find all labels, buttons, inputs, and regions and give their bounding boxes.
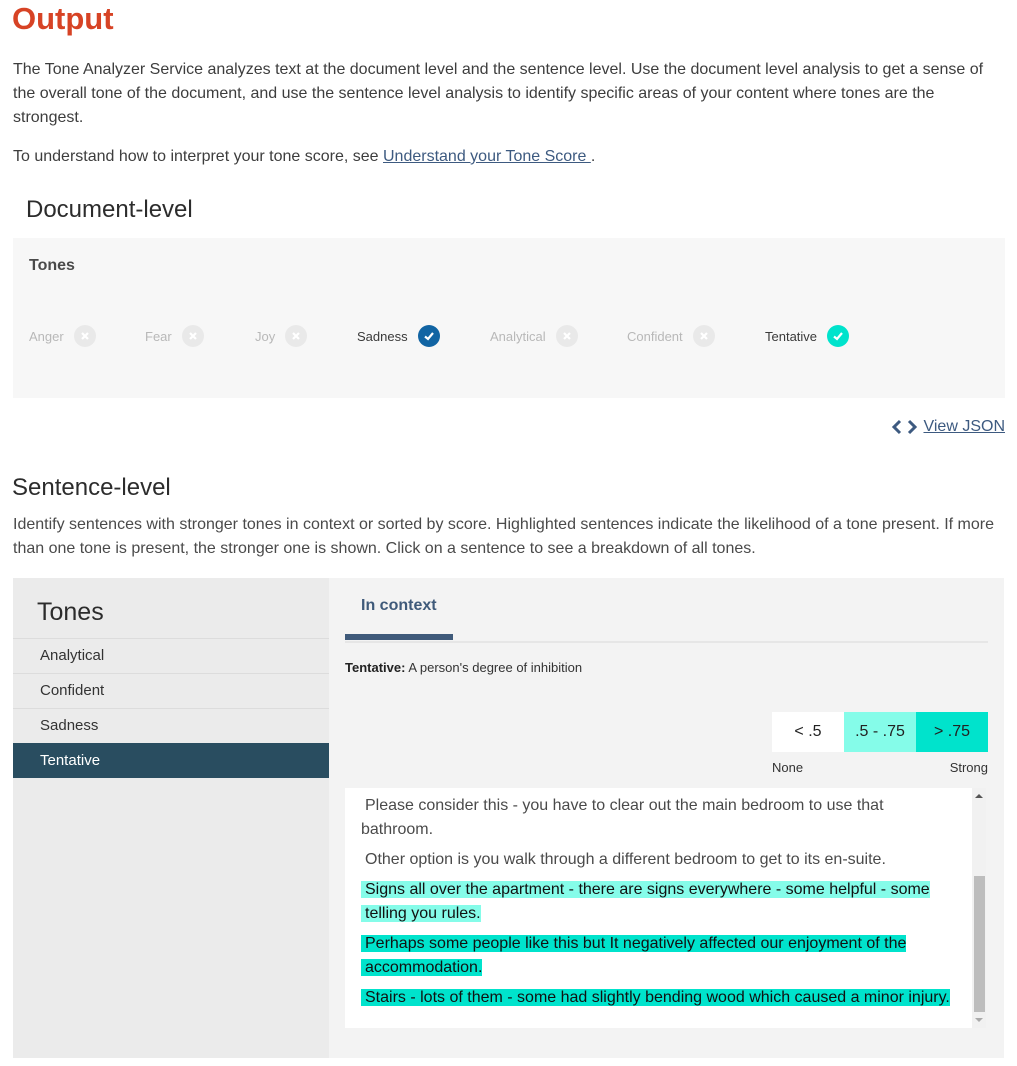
tone-joy[interactable]: Joy xyxy=(255,324,308,348)
tone-label: Confident xyxy=(627,328,683,344)
x-icon xyxy=(555,325,578,347)
score-legend: < .5.5 - .75 > .75 xyxy=(772,712,988,752)
x-icon xyxy=(73,325,96,347)
sidebar-item-analytical[interactable]: Analytical xyxy=(13,638,329,673)
sentence-text: Perhaps some people like this but It neg… xyxy=(361,935,907,976)
legend-max-label: Strong xyxy=(949,760,988,775)
legend-min-label: None xyxy=(772,760,804,775)
tone-definition-text: A person's degree of inhibition xyxy=(405,660,583,675)
sentence-text: Please consider this - you have to clear… xyxy=(361,797,884,838)
sentence-level-heading: Sentence-level xyxy=(12,474,171,501)
sidebar-tone-list: Analytical Confident Sadness Tentative xyxy=(13,638,329,778)
sidebar-item-tentative[interactable]: Tentative xyxy=(13,743,329,778)
page-title: Output xyxy=(12,1,114,36)
sentence-text: Signs all over the apartment - there are… xyxy=(361,881,930,922)
scroll-down-arrow-icon[interactable] xyxy=(975,1016,983,1024)
legend-swatch: < .5 xyxy=(772,712,844,752)
x-icon xyxy=(285,325,308,347)
checkmark-icon xyxy=(417,325,440,347)
scrollbar-thumb[interactable] xyxy=(974,876,985,1012)
view-json-control[interactable]: View JSON xyxy=(891,418,1005,436)
tone-fear[interactable]: Fear xyxy=(145,324,204,348)
sentence-item[interactable]: Stairs - lots of them - some had slightl… xyxy=(361,986,956,1010)
tone-label: Joy xyxy=(255,328,276,344)
code-brackets-icon xyxy=(891,419,918,435)
checkmark-icon xyxy=(827,325,850,347)
tone-label: Sadness xyxy=(357,328,408,344)
tone-definition-name: Tentative: xyxy=(345,660,406,675)
scroll-up-arrow-icon[interactable] xyxy=(975,792,983,800)
tone-tentative[interactable]: Tentative xyxy=(765,324,850,348)
view-json-link[interactable]: View JSON xyxy=(923,418,1005,436)
sentence-list: Please consider this - you have to clear… xyxy=(345,788,972,1028)
tone-analytical[interactable]: Analytical xyxy=(490,324,578,348)
document-level-panel: Tones Anger Fear Joy Sadness Analytical Confi… xyxy=(13,238,1005,398)
tone-definition: Tentative: A person's degree of inhibiti… xyxy=(345,660,582,675)
interpret-prefix: To understand how to interpret your tone… xyxy=(13,148,383,165)
sentence-item[interactable]: Please consider this - you have to clear… xyxy=(361,794,956,842)
tab-underline xyxy=(345,641,988,643)
tone-anger[interactable]: Anger xyxy=(29,324,96,348)
sentence-level-panel: Tones Analytical Confident Sadness Tentativ… xyxy=(13,578,1004,1058)
x-icon xyxy=(692,325,715,347)
sentence-item[interactable]: Other option is you walk through a diffe… xyxy=(361,848,956,872)
sidebar-title: Tones xyxy=(37,598,104,626)
legend-swatch: .5 - .75 xyxy=(844,712,916,752)
sentence-text: Other option is you walk through a diffe… xyxy=(365,851,886,868)
sentence-item[interactable]: Signs all over the apartment - there are… xyxy=(361,878,956,926)
tone-confident[interactable]: Confident xyxy=(627,324,715,348)
sentence-scrollbar[interactable] xyxy=(972,788,986,1028)
tones-label: Tones xyxy=(29,257,75,274)
tone-label: Anger xyxy=(29,328,64,344)
active-tab-indicator xyxy=(345,634,453,640)
tab-in-context[interactable]: In context xyxy=(361,597,437,615)
sentence-content: In context Tentative: A person's degree … xyxy=(329,578,1004,1058)
interpret-suffix: . xyxy=(590,148,596,165)
sidebar-item-confident[interactable]: Confident xyxy=(13,673,329,708)
tone-label: Fear xyxy=(145,328,172,344)
legend-swatch: > .75 xyxy=(916,712,988,752)
tone-label: Tentative xyxy=(765,328,818,344)
tone-label: Analytical xyxy=(490,328,546,344)
sidebar-item-sadness[interactable]: Sadness xyxy=(13,708,329,743)
sentence-text: Stairs - lots of them - some had slightl… xyxy=(361,989,950,1006)
document-level-heading: Document-level xyxy=(26,196,193,223)
understand-tone-score-link[interactable]: Understand your Tone Score xyxy=(383,148,591,165)
x-icon xyxy=(181,325,204,347)
intro-text: The Tone Analyzer Service analyzes text … xyxy=(13,61,984,126)
sentence-level-description: Identify sentences with stronger tones i… xyxy=(13,516,994,557)
interpret-text: To understand how to interpret your tone… xyxy=(13,145,595,169)
tone-sadness[interactable]: Sadness xyxy=(357,324,440,348)
sentence-item[interactable]: Perhaps some people like this but It neg… xyxy=(361,932,956,980)
tones-sidebar: Tones Analytical Confident Sadness Tentativ… xyxy=(13,578,329,1058)
